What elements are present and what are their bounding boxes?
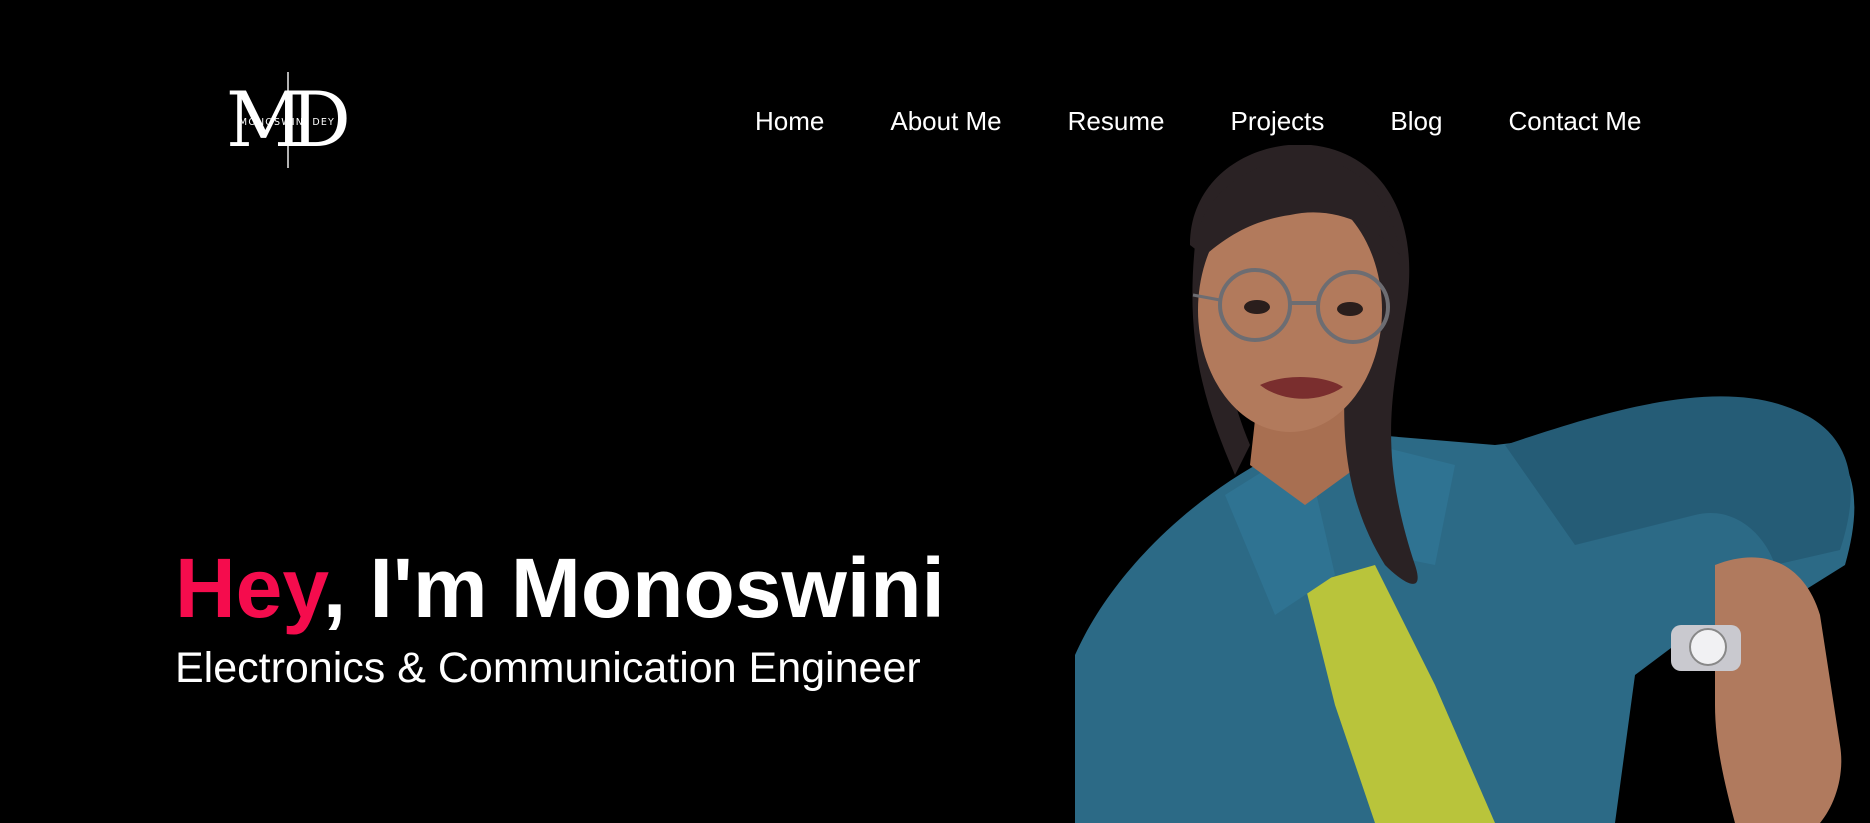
nav-contact-me[interactable]: Contact Me [1508, 104, 1641, 138]
portrait-photo-icon [1075, 145, 1855, 823]
site-logo[interactable]: M D MONOSWINI DEY [222, 70, 352, 170]
hero-page: M D MONOSWINI DEY Home About Me Resume P… [0, 0, 1870, 823]
nav-about-me[interactable]: About Me [890, 104, 1001, 138]
nav-blog[interactable]: Blog [1390, 104, 1442, 138]
hero-greeting: Hey [175, 541, 323, 635]
nav-projects[interactable]: Projects [1230, 104, 1324, 138]
hero-subtitle: Electronics & Communication Engineer [175, 644, 921, 692]
logo-name: MONOSWINI DEY [238, 117, 336, 128]
nav-home[interactable]: Home [755, 104, 824, 138]
nav-resume[interactable]: Resume [1068, 104, 1165, 138]
main-nav: Home About Me Resume Projects Blog Conta… [755, 104, 1641, 138]
hero-title: Hey, I'm Monoswini [175, 540, 945, 636]
portrait-photo [1075, 145, 1870, 823]
hero-name: , I'm Monoswini [322, 541, 945, 635]
